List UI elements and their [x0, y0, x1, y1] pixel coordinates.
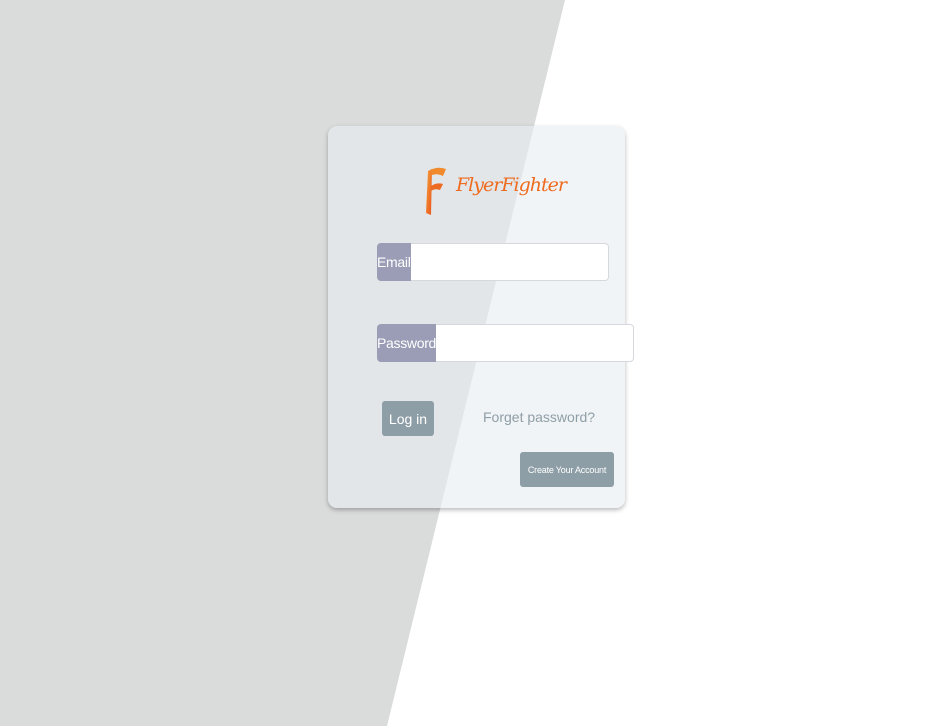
- brand-name: FlyerFighter: [456, 174, 567, 196]
- password-input[interactable]: [436, 324, 634, 362]
- login-card: FlyerFighter Email Password Log in Forge…: [328, 126, 634, 508]
- login-page: FlyerFighter Email Password Log in Forge…: [0, 0, 952, 726]
- password-label: Password: [377, 324, 436, 362]
- flyerfighter-f-logo-icon: [426, 167, 446, 215]
- email-input[interactable]: [410, 243, 609, 281]
- email-label: Email: [377, 243, 411, 281]
- forget-password-link[interactable]: Forget password?: [483, 409, 595, 425]
- brand-logo: FlyerFighter: [422, 166, 567, 218]
- create-account-button[interactable]: Create Your Account: [520, 452, 614, 487]
- password-field-group: Password: [377, 324, 634, 362]
- email-field-group: Email: [377, 243, 609, 281]
- login-button[interactable]: Log in: [382, 401, 434, 436]
